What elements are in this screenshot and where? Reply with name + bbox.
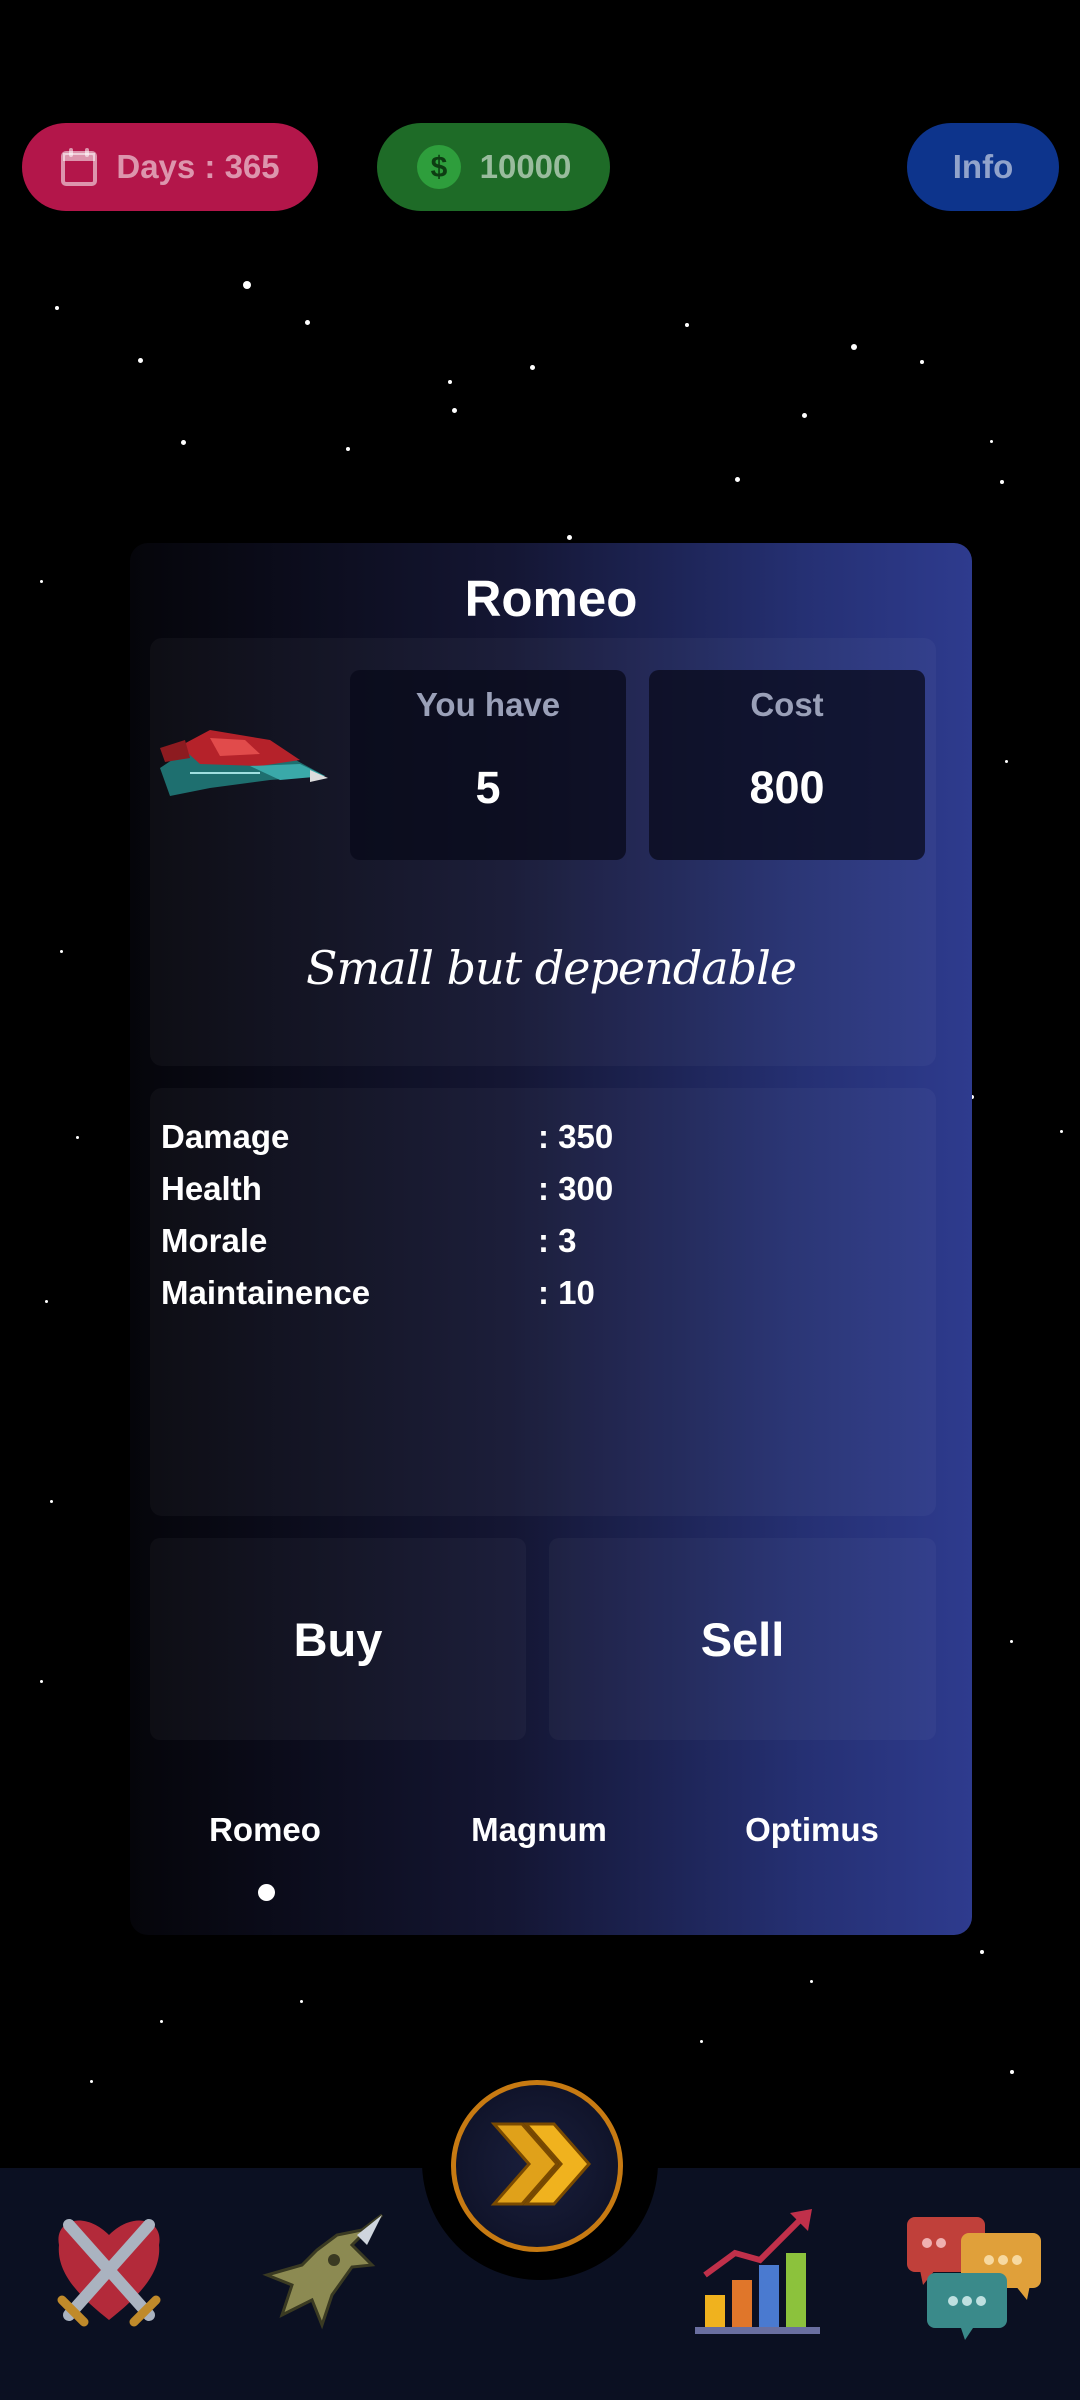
chat-icon[interactable]: [905, 2205, 1045, 2350]
stat-value: : 300: [538, 1170, 614, 1207]
spaceship-icon: [150, 718, 330, 813]
tab-optimus[interactable]: Optimus: [745, 1811, 879, 1849]
stat-name: Maintainence: [161, 1274, 371, 1311]
info-button[interactable]: Info: [907, 123, 1059, 211]
battle-icon[interactable]: [44, 2205, 174, 2340]
stat-name: Damage: [161, 1118, 290, 1155]
cost-value: 800: [749, 762, 825, 813]
cost-label: Cost: [750, 686, 824, 723]
next-turn-button[interactable]: [451, 2080, 623, 2252]
calendar-icon: [60, 147, 98, 187]
next-turn-icon: [482, 2114, 592, 2219]
ship-title: Romeo: [464, 570, 638, 627]
stat-name: Morale: [161, 1222, 268, 1259]
owned-count-box: You have 5: [350, 670, 626, 860]
stat-value: : 10: [538, 1274, 595, 1311]
info-label: Info: [952, 148, 1014, 185]
svg-text:$: $: [430, 151, 447, 184]
sell-button[interactable]: Sell: [549, 1538, 936, 1740]
you-have-label: You have: [415, 686, 561, 723]
tab-romeo[interactable]: Romeo: [209, 1811, 321, 1849]
dollar-icon: $: [416, 144, 462, 190]
money-pill: $ 10000: [377, 123, 610, 211]
days-pill: Days : 365: [22, 123, 318, 211]
active-tab-indicator: [258, 1884, 275, 1901]
stat-name: Health: [161, 1170, 262, 1207]
buy-button[interactable]: Buy: [150, 1538, 526, 1740]
stat-value: : 3: [538, 1222, 577, 1259]
stats-chart-icon[interactable]: [690, 2205, 825, 2345]
cost-box: Cost 800: [649, 670, 925, 860]
fighter-jet-icon[interactable]: [262, 2205, 392, 2340]
tab-magnum[interactable]: Magnum: [471, 1811, 607, 1849]
money-label: 10000: [479, 148, 572, 185]
buy-label: Buy: [293, 1612, 383, 1666]
ship-card: Romeo You have 5 Cost 800 Small but depe…: [130, 543, 972, 1935]
days-label: Days : 365: [116, 148, 280, 185]
sell-label: Sell: [700, 1612, 785, 1666]
stat-value: : 350: [538, 1118, 614, 1155]
ship-tagline: Small but dependable: [306, 941, 797, 995]
you-have-value: 5: [475, 762, 501, 813]
